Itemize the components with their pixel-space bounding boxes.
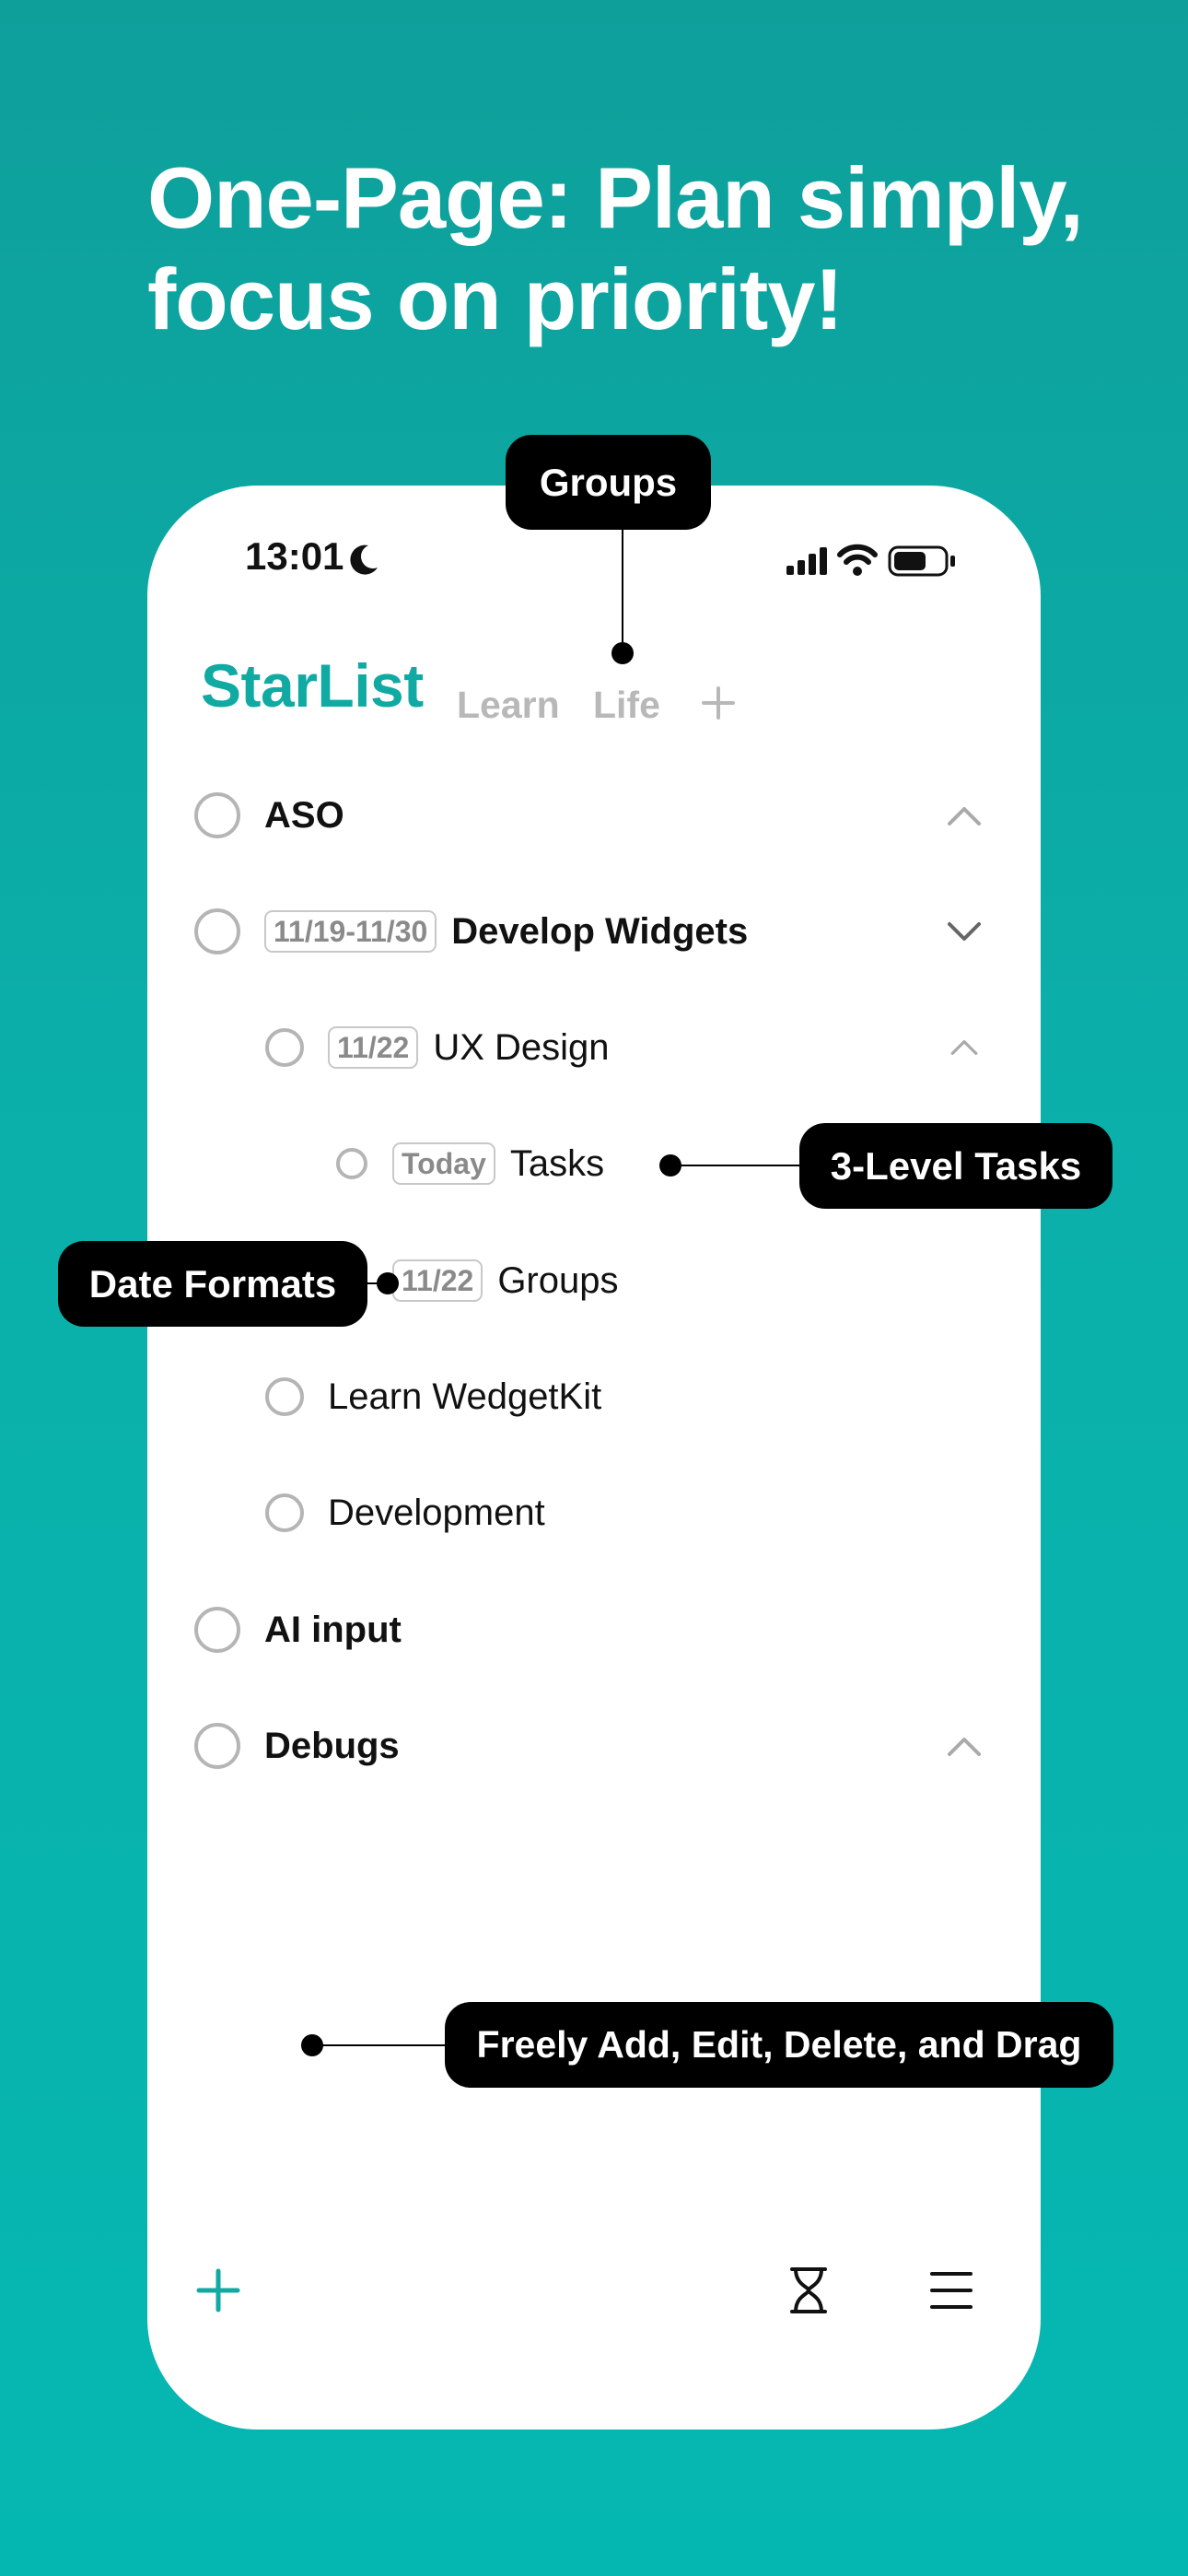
callout-groups-line	[622, 530, 623, 654]
list-item[interactable]: Learn WedgetKit	[265, 1360, 601, 1434]
battery-icon	[888, 545, 955, 577]
status-icons	[786, 544, 955, 577]
callout-three-level: 3-Level Tasks	[799, 1123, 1112, 1209]
callout-groups-dot	[611, 642, 634, 664]
list-item[interactable]: 11/19-11/30 Develop Widgets	[194, 895, 748, 968]
headline-line-1: One-Page: Plan simply,	[147, 149, 1084, 246]
cellular-signal-icon	[786, 547, 827, 575]
status-time: 13:01	[245, 534, 344, 578]
list-item[interactable]: AI input	[194, 1593, 402, 1667]
callout-date-formats-dot	[377, 1272, 399, 1294]
task-label: Groups	[497, 1259, 619, 1301]
wifi-icon	[837, 544, 878, 576]
hourglass-icon[interactable]	[787, 2266, 830, 2314]
callout-freely-add-dot	[301, 2034, 323, 2056]
task-checkbox[interactable]	[194, 792, 240, 838]
moon-icon	[350, 544, 378, 575]
task-label: Learn WedgetKit	[328, 1376, 602, 1417]
task-checkbox[interactable]	[194, 1723, 240, 1769]
task-checkbox[interactable]	[194, 908, 240, 954]
tab-life[interactable]: Life	[593, 684, 660, 727]
chevron-up-icon[interactable]	[946, 798, 983, 835]
task-label: Develop Widgets	[451, 910, 749, 952]
date-badge: 11/22	[392, 1259, 483, 1302]
callout-three-level-line	[681, 1165, 799, 1166]
menu-icon[interactable]	[930, 2270, 973, 2311]
add-group-plus-icon[interactable]	[700, 685, 737, 721]
task-checkbox[interactable]	[336, 1148, 367, 1179]
task-label: Development	[328, 1492, 545, 1533]
add-task-plus-icon[interactable]	[196, 2268, 240, 2313]
task-checkbox[interactable]	[194, 1607, 240, 1653]
phone-screen	[147, 486, 1041, 2430]
task-checkbox[interactable]	[265, 1493, 304, 1532]
headline: One-Page: Plan simply, focus on priority…	[147, 147, 1114, 350]
list-item[interactable]: Today Tasks	[336, 1127, 604, 1200]
date-badge: 11/19-11/30	[264, 910, 437, 953]
callout-groups: Groups	[506, 435, 711, 530]
app-title[interactable]: StarList	[201, 650, 424, 720]
chevron-down-icon[interactable]	[946, 913, 983, 950]
callout-three-level-dot	[659, 1154, 681, 1177]
task-label: AI input	[264, 1609, 402, 1650]
list-item[interactable]: ASO	[194, 779, 344, 852]
task-label: UX Design	[433, 1026, 610, 1068]
task-checkbox[interactable]	[265, 1028, 304, 1067]
task-checkbox[interactable]	[265, 1377, 304, 1416]
chevron-up-icon[interactable]	[946, 1728, 983, 1765]
task-label: Debugs	[264, 1725, 400, 1766]
task-label: ASO	[264, 794, 344, 836]
tab-learn[interactable]: Learn	[457, 684, 560, 727]
list-item[interactable]: Development	[265, 1476, 545, 1550]
callout-date-formats: Date Formats	[58, 1241, 367, 1327]
date-badge: 11/22	[328, 1026, 419, 1069]
headline-line-2: focus on priority!	[147, 251, 844, 347]
callout-freely-add: Freely Add, Edit, Delete, and Drag	[445, 2002, 1113, 2088]
callout-freely-add-line	[322, 2044, 445, 2046]
task-label: Tasks	[509, 1142, 605, 1184]
list-item[interactable]: 11/22 UX Design	[265, 1011, 610, 1084]
date-badge: Today	[392, 1142, 495, 1185]
chevron-up-icon[interactable]	[949, 1033, 979, 1062]
list-item[interactable]: Debugs	[194, 1709, 400, 1783]
